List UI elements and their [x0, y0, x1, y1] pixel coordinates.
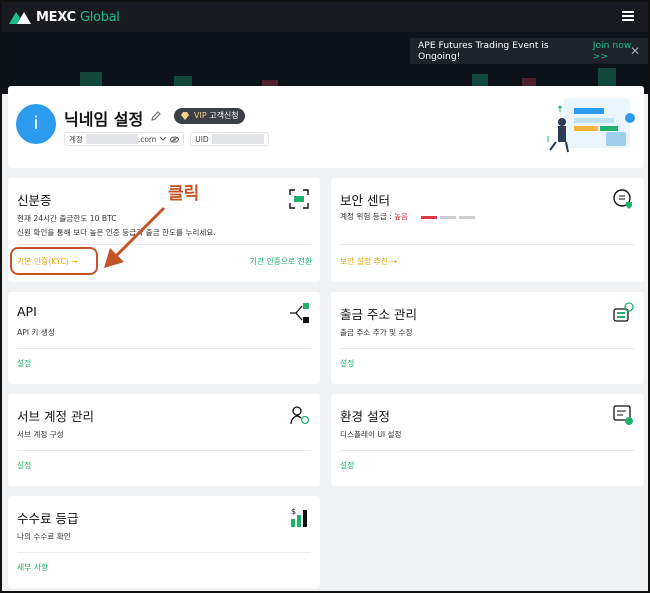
vip-badge[interactable]: VIP 고객신청	[174, 108, 245, 124]
account-chip: 계정 .com	[64, 132, 185, 146]
hero-background: APE Futures Trading Event is Ongoing! Jo…	[2, 32, 648, 94]
account-label: 계정	[69, 134, 83, 144]
fee-chart-icon: $	[291, 507, 307, 527]
fee-details-link[interactable]: 세부 사항	[17, 562, 48, 573]
mexc-logo-icon	[9, 12, 31, 24]
click-annotation-label: 클릭	[168, 184, 200, 204]
api-settings-link[interactable]: 설정	[17, 358, 31, 369]
card-divider	[17, 348, 311, 349]
account-info-row: 계정 .com UID	[64, 132, 275, 146]
api-connection-icon	[290, 303, 309, 323]
api-title: API	[17, 304, 37, 319]
card-divider	[340, 244, 635, 245]
security-illustration	[547, 98, 635, 153]
annotation-arrow-icon	[104, 206, 166, 268]
address-book-icon	[613, 302, 634, 322]
risk-level-bars	[420, 210, 478, 224]
banner-close-icon[interactable]: ✕	[630, 44, 640, 58]
identity-title: 신분증	[17, 193, 52, 208]
card-divider	[340, 348, 635, 349]
security-document-icon	[613, 189, 632, 209]
display-settings-icon	[613, 405, 633, 425]
banner-text: APE Futures Trading Event is Ongoing!	[418, 40, 549, 62]
card-divider	[340, 450, 635, 451]
card-divider	[17, 552, 311, 553]
uid-chip: UID	[190, 132, 269, 146]
security-title: 보안 센터	[340, 193, 390, 208]
uid-label: UID	[195, 134, 209, 144]
api-card: API API 키 생성 설정	[8, 292, 320, 384]
kyc-highlight-box	[10, 247, 98, 275]
account-domain: .com	[137, 134, 157, 144]
preferences-card: 환경 설정 디스플레이 UI 설정 설정	[331, 394, 644, 486]
fee-level-card: 수수료 등급 나의 수수료 확인 $ 세부 사항	[8, 496, 320, 588]
security-center-card: 보안 센터 계정 위험 등급 : 높음 보안 설정 추천 →	[331, 178, 644, 282]
withdraw-settings-link[interactable]: 설정	[340, 358, 354, 369]
promo-banner[interactable]: APE Futures Trading Event is Ongoing! Jo…	[410, 38, 648, 64]
edit-pencil-icon[interactable]	[150, 110, 162, 122]
fee-title: 수수료 등급	[17, 511, 79, 526]
withdraw-address-card: 출금 주소 관리 출금 주소 추가 및 수정 설정	[331, 292, 644, 384]
subaccount-card: 서브 계정 관리 서브 계정 구성 설정	[8, 394, 320, 486]
withdraw-title: 출금 주소 관리	[340, 307, 417, 322]
card-divider	[17, 450, 311, 451]
top-navbar: MEXC Global	[2, 2, 648, 32]
masked-email	[85, 134, 138, 144]
id-scan-icon	[289, 189, 309, 209]
institution-verify-link[interactable]: 기관 인증으로 전환	[250, 256, 312, 267]
eye-hidden-icon[interactable]	[170, 136, 180, 143]
risk-level-row: 계정 위험 등급 : 높음	[340, 210, 478, 224]
fee-description: 나의 수수료 확인	[17, 532, 71, 541]
avatar[interactable]: i	[16, 104, 56, 144]
page-frame: MEXC Global APE Futures Trading Event is…	[0, 0, 650, 593]
nickname-title: 닉네임 설정	[64, 110, 144, 129]
subaccount-settings-link[interactable]: 설정	[17, 460, 31, 471]
sub-user-icon	[290, 406, 310, 425]
masked-uid	[211, 134, 264, 144]
security-recommend-link[interactable]: 보안 설정 추천 →	[340, 256, 397, 267]
brand-name: MEXC Global	[36, 9, 120, 25]
preferences-settings-link[interactable]: 설정	[340, 460, 354, 471]
api-description: API 키 생성	[17, 328, 55, 337]
subaccount-description: 서브 계정 구성	[17, 430, 64, 439]
mexc-logo[interactable]: MEXC Global	[8, 9, 120, 25]
subaccount-title: 서브 계정 관리	[17, 409, 94, 424]
chevron-down-icon[interactable]	[159, 136, 167, 142]
svg-text:$: $	[291, 507, 296, 516]
profile-card: i 닉네임 설정 VIP 고객신청 계정 .com UID	[8, 86, 644, 168]
diamond-icon	[181, 112, 189, 120]
preferences-title: 환경 설정	[340, 409, 390, 424]
preferences-description: 디스플레이 UI 설정	[340, 430, 402, 439]
hamburger-menu-icon[interactable]	[622, 11, 634, 22]
withdraw-description: 출금 주소 추가 및 수정	[340, 328, 413, 337]
